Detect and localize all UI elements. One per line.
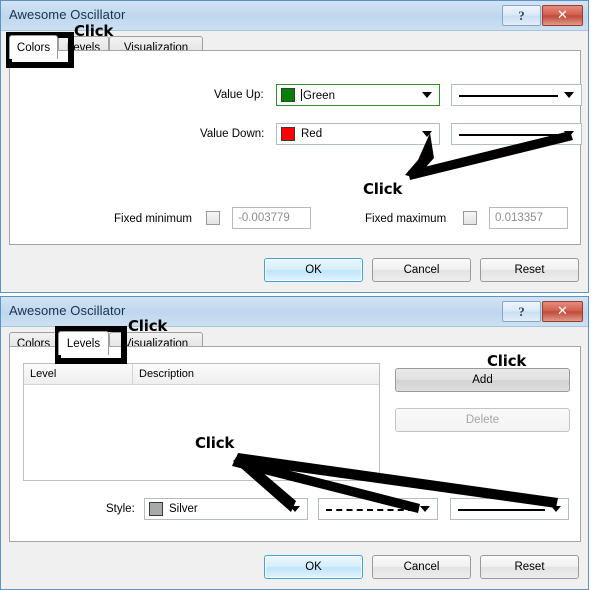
window-title: Awesome Oscillator [9,303,126,318]
help-button[interactable]: ? [502,5,541,26]
style-label: Style: [106,503,135,515]
levels-table-header: Level Description [24,364,379,385]
annotation-click-1: Click [74,22,114,40]
fixed-minimum-label: Fixed minimum [114,213,192,225]
solid-line-preview-icon [459,123,564,145]
level-linestyle-combo[interactable] [318,498,438,520]
tab-colors-label: Colors [16,41,51,54]
ok-button[interactable]: OK [264,258,363,282]
dashed-line-preview-icon [326,498,420,520]
annotation-click-2: Click [363,180,403,198]
annotation-click-5: Click [195,434,235,452]
value-down-color-swatch [281,127,295,141]
value-down-label: Value Down: [200,128,265,140]
level-linewidth-combo[interactable] [450,498,569,520]
value-down-color-combo[interactable]: Red [276,123,440,145]
window-buttons: ? ✕ [501,5,583,26]
fixed-maximum-label: Fixed maximum [365,213,447,225]
reset-button[interactable]: Reset [480,258,579,282]
levels-panel: Level Description Add Delete Style: Silv… [9,346,581,542]
annotation-click-3: Click [128,317,168,335]
cancel-button[interactable]: Cancel [372,258,471,282]
levels-table[interactable]: Level Description [23,363,380,481]
reset-button[interactable]: Reset [480,555,579,579]
column-header-level[interactable]: Level [24,364,132,384]
annotation-click-4: Click [487,352,527,370]
fixed-maximum-checkbox[interactable] [463,211,477,225]
tab-colors[interactable]: Colors [9,35,58,59]
help-button[interactable]: ? [502,301,541,322]
awesome-oscillator-levels-dialog: Awesome Oscillator ? ✕ Colors Levels Vis… [0,296,589,590]
chevron-down-icon [564,92,574,98]
window-title: Awesome Oscillator [9,7,126,22]
awesome-oscillator-colors-dialog: Awesome Oscillator ? ✕ Colors Levels Vis… [0,0,589,293]
tab-levels[interactable]: Levels [58,331,109,355]
solid-line-preview-icon [458,498,551,520]
delete-button[interactable]: Delete [395,408,570,432]
colors-panel: Value Up: Green Value Down: Red Fixed mi… [9,50,582,245]
tab-levels-label: Levels [66,337,101,350]
fixed-minimum-checkbox[interactable] [206,211,220,225]
value-up-color-combo[interactable]: Green [276,84,440,106]
chevron-down-icon [422,131,432,137]
close-button[interactable]: ✕ [542,301,583,322]
ok-button[interactable]: OK [264,555,363,579]
column-header-description[interactable]: Description [133,364,379,384]
level-color-name: Silver [169,503,198,515]
solid-line-preview-icon [459,84,564,106]
chevron-down-icon [290,506,300,512]
close-button[interactable]: ✕ [542,5,583,26]
chevron-down-icon [422,92,432,98]
value-up-linestyle-combo[interactable] [451,84,582,106]
level-color-combo[interactable]: Silver [144,498,308,520]
fixed-minimum-input[interactable]: -0.003779 [232,207,311,229]
chevron-down-icon [564,131,574,137]
level-color-swatch [149,502,163,516]
chevron-down-icon [551,506,561,512]
value-up-color-name: Green [301,88,335,102]
titlebar: Awesome Oscillator ? ✕ [1,297,588,327]
value-up-color-swatch [281,88,295,102]
chevron-down-icon [420,506,430,512]
value-up-label: Value Up: [214,89,264,101]
add-button[interactable]: Add [395,368,570,392]
window-buttons: ? ✕ [501,301,583,322]
value-down-linestyle-combo[interactable] [451,123,582,145]
fixed-maximum-input[interactable]: 0.013357 [489,207,568,229]
cancel-button[interactable]: Cancel [372,555,471,579]
value-down-color-name: Red [301,128,323,140]
